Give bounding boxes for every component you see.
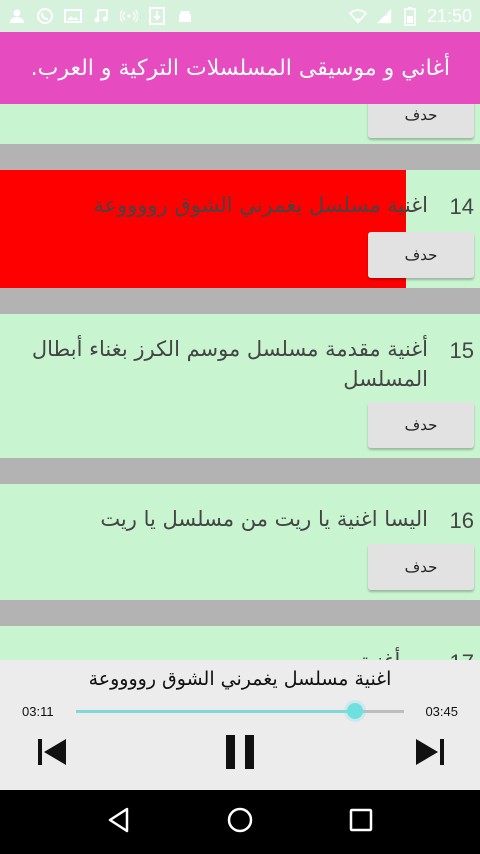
home-button[interactable]	[226, 806, 254, 838]
recents-button[interactable]	[349, 808, 373, 836]
item-title: اليسا اغنية يا ريت من مسلسل يا ريت	[100, 507, 428, 531]
list-item-playing[interactable]: 14 اغنية مسلسل يغمرني الشوق رووووعة حدف	[0, 170, 480, 288]
broadcast-icon	[120, 7, 138, 25]
home-circle-icon	[227, 807, 253, 833]
list-item[interactable]: 15 أغنية مقدمة مسلسل موسم الكرز بغناء أب…	[0, 314, 480, 458]
delete-button[interactable]: حدف	[368, 104, 474, 138]
list-item[interactable]: حدف	[0, 104, 480, 144]
status-bar: 3G 21:50	[0, 0, 480, 32]
svg-text:3G: 3G	[379, 11, 388, 18]
item-title: … أغنية …	[8, 646, 428, 660]
pause-icon	[224, 734, 256, 774]
person-icon	[8, 7, 26, 25]
list-separator	[0, 144, 480, 170]
list-item[interactable]: 17 … أغنية …	[0, 626, 480, 660]
back-button[interactable]	[107, 807, 131, 837]
skip-previous-icon	[36, 737, 68, 771]
seek-handle[interactable]	[346, 703, 363, 719]
pause-button[interactable]	[222, 734, 258, 774]
image-icon	[64, 7, 82, 25]
song-list[interactable]: حدف 14 اغنية مسلسل يغمرني الشوق رووووعة …	[0, 104, 480, 660]
system-nav-bar	[0, 790, 480, 854]
previous-button[interactable]	[34, 734, 70, 774]
download-icon	[148, 7, 166, 25]
delete-button[interactable]: حدف	[368, 402, 474, 448]
list-separator	[0, 458, 480, 484]
media-player: اغنية مسلسل يغمرني الشوق رووووعة 03:11 0…	[0, 660, 480, 790]
playing-highlight	[0, 170, 406, 288]
item-number: 17	[450, 650, 474, 660]
total-time: 03:45	[425, 704, 458, 719]
cell-signal-icon: 3G	[375, 7, 393, 25]
item-number: 15	[449, 338, 474, 363]
recents-square-icon	[349, 808, 372, 832]
item-number: 16	[449, 508, 474, 533]
battery-icon	[401, 7, 419, 26]
music-note-icon	[92, 7, 110, 25]
item-title: أغنية مقدمة مسلسل موسم الكرز بغناء أبطال…	[31, 337, 428, 391]
item-title: اغنية مسلسل يغمرني الشوق رووووعة	[93, 193, 428, 217]
whatsapp-icon	[36, 7, 54, 25]
delete-button[interactable]: حدف	[368, 544, 474, 590]
delete-button[interactable]: حدف	[368, 232, 474, 278]
back-triangle-icon	[109, 807, 129, 833]
app-title: أغاني و موسيقى المسلسلات التركية و العرب…	[30, 55, 450, 81]
app-bar: أغاني و موسيقى المسلسلات التركية و العرب…	[0, 32, 480, 104]
item-number: 14	[449, 194, 474, 219]
wifi-icon	[348, 7, 367, 25]
now-playing-title: اغنية مسلسل يغمرني الشوق رووووعة	[88, 668, 392, 690]
android-icon	[176, 7, 194, 25]
next-button[interactable]	[412, 734, 448, 774]
list-separator	[0, 600, 480, 626]
status-time: 21:50	[426, 5, 472, 26]
list-item[interactable]: 16 اليسا اغنية يا ريت من مسلسل يا ريت حد…	[0, 484, 480, 600]
skip-next-icon	[414, 737, 446, 771]
seek-bar[interactable]	[76, 703, 404, 719]
list-separator	[0, 288, 480, 314]
current-time: 03:11	[22, 704, 54, 719]
seek-progress	[76, 710, 355, 713]
